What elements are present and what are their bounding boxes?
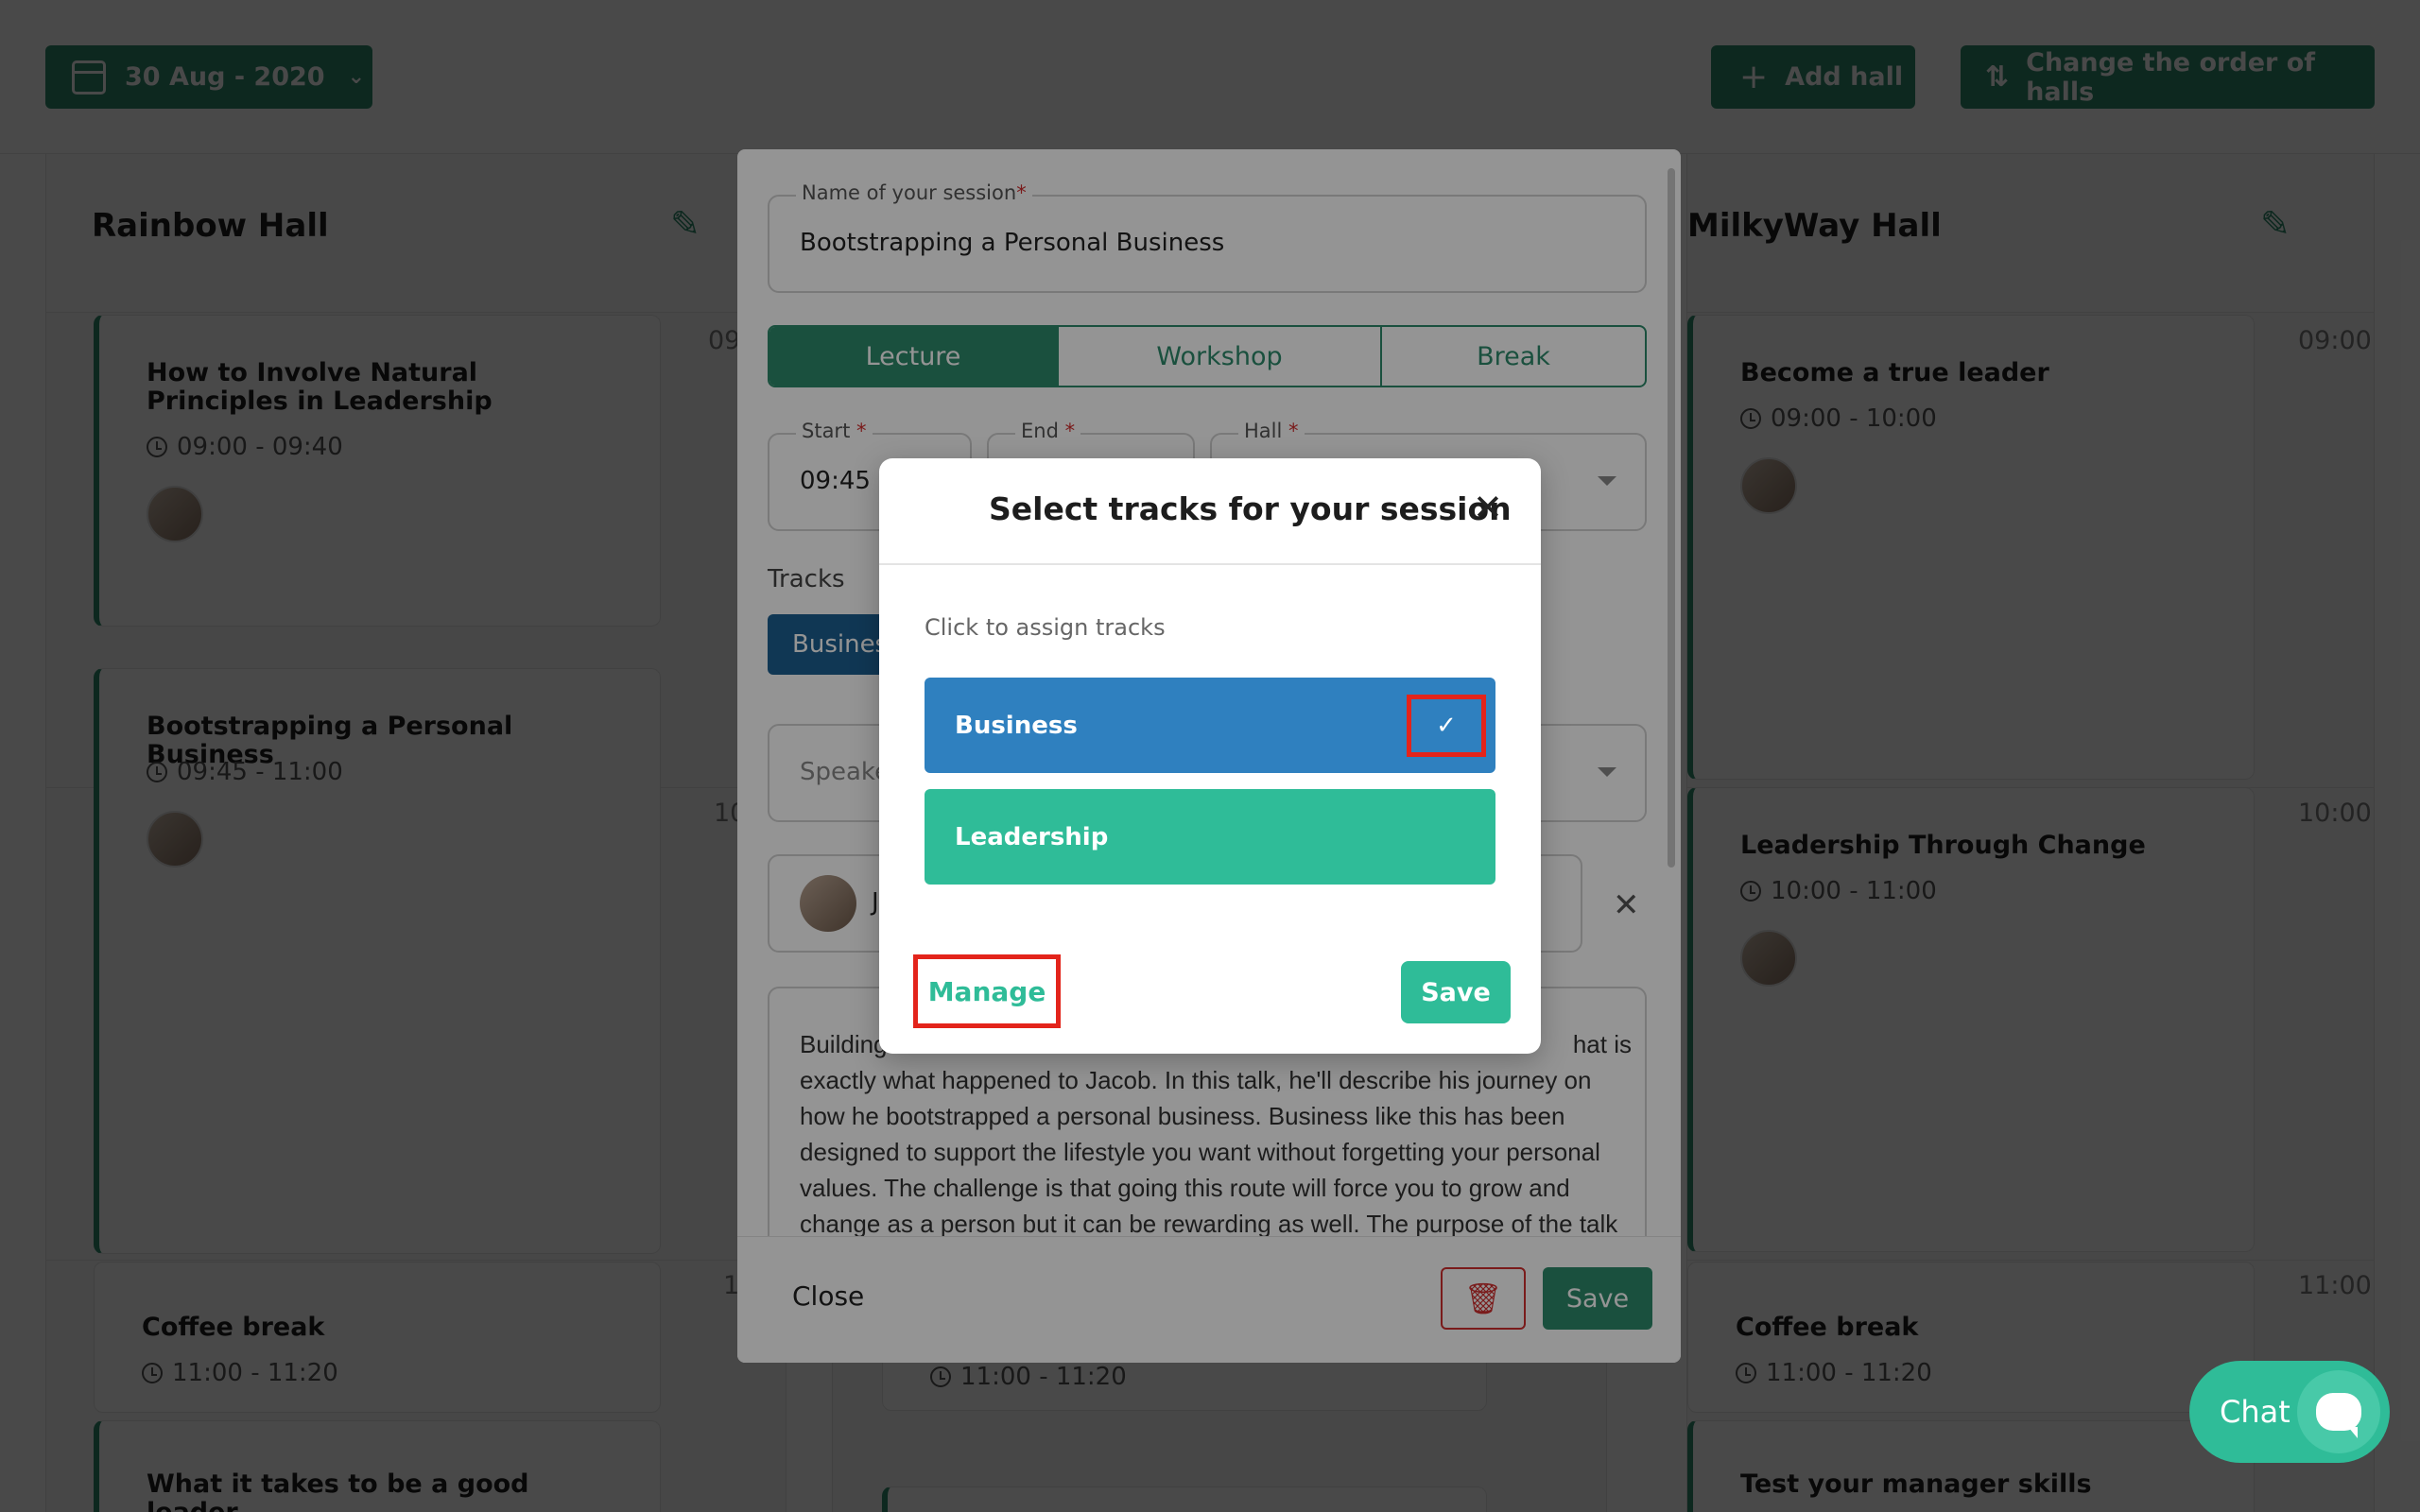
track-option-label: Leadership (955, 822, 1109, 851)
save-tracks-button[interactable]: Save (1401, 961, 1511, 1023)
tracks-modal-header: Select tracks for your session ✕ (879, 458, 1541, 565)
chat-label: Chat (2220, 1394, 2290, 1430)
track-option-business[interactable]: Business ✓ (925, 678, 1495, 773)
chat-widget-button[interactable]: Chat (2189, 1361, 2390, 1463)
tracks-modal-subtitle: Click to assign tracks (925, 614, 1166, 641)
check-icon[interactable]: ✓ (1407, 695, 1486, 757)
close-icon[interactable]: ✕ (1473, 487, 1503, 528)
manage-tracks-link[interactable]: Manage (913, 954, 1061, 1028)
tracks-modal-title: Select tracks for your session (989, 490, 1512, 527)
chat-bubble-icon (2297, 1370, 2380, 1453)
track-option-leadership[interactable]: Leadership (925, 789, 1495, 885)
select-tracks-modal: Select tracks for your session ✕ Click t… (879, 458, 1541, 1054)
track-option-label: Business (955, 711, 1078, 740)
